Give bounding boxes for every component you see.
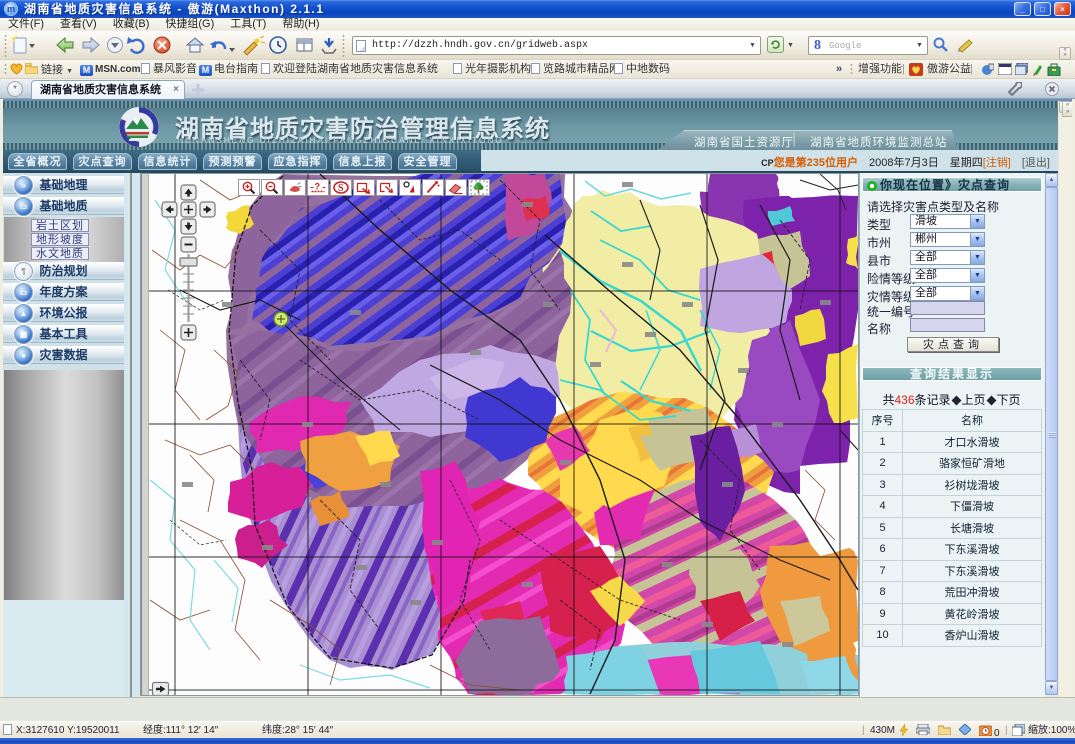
- svg-text:?: ?: [315, 182, 321, 192]
- svg-text:S: S: [338, 183, 344, 194]
